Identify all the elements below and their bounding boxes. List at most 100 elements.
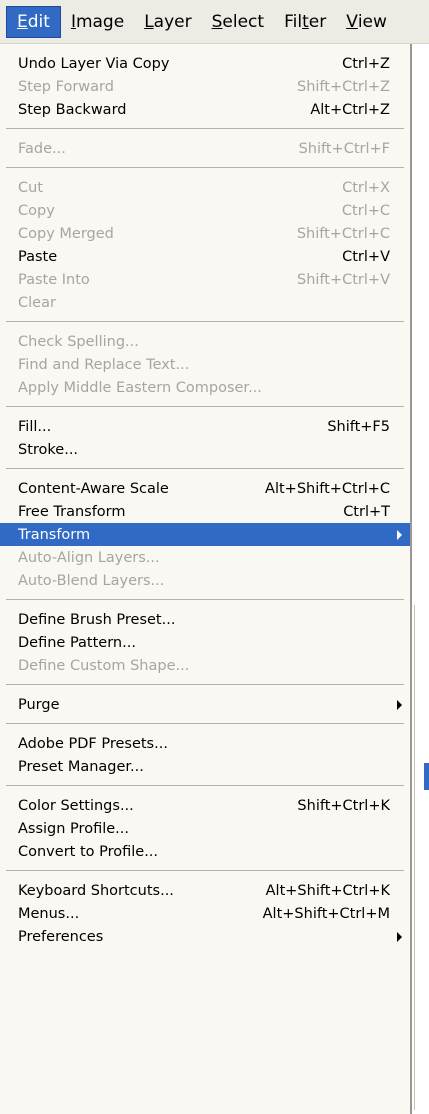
menu-item-label: Copy [18,202,55,219]
menu-separator [6,684,404,685]
menubar-item-view[interactable]: View [336,7,397,37]
menubar-item-filter[interactable]: Fil t er [274,7,336,37]
menu-item-shortcut: Alt+Shift+Ctrl+M [262,905,390,922]
edit-menu-dropdown: Undo Layer Via Copy Ctrl+Z Step Forward Shi… [0,44,412,1114]
menu-item-label: Paste Into [18,271,90,288]
menu-item-undo-layer-via-copy[interactable]: Undo Layer Via Copy Ctrl+Z [0,52,410,75]
menu-item-label: Free Transform [18,503,126,520]
menu-item-label: Purge [18,696,60,713]
menu-item-label: Content-Aware Scale [18,480,169,497]
menu-item-shortcut: Alt+Shift+Ctrl+K [265,882,390,899]
menu-item-define-brush-preset[interactable]: Define Brush Preset... [0,608,410,631]
menu-item-label: Undo Layer Via Copy [18,55,170,72]
menu-item-shortcut: Ctrl+C [341,202,390,219]
menu-item-step-backward[interactable]: Step Backward Alt+Ctrl+Z [0,98,410,121]
menu-separator [6,785,404,786]
menu-item-label: Adobe PDF Presets... [18,735,168,752]
menu-item-label: Preset Manager... [18,758,144,775]
menu-item-auto-align-layers[interactable]: Auto-Align Layers... [0,546,410,569]
menu-item-paste-into[interactable]: Paste Into Shift+Ctrl+V [0,268,410,291]
menu-item-label: Fill... [18,418,52,435]
menubar-item-image[interactable]: Image [61,7,134,37]
menu-item-label: Define Custom Shape... [18,657,190,674]
menu-separator [6,468,404,469]
menu-item-label: Auto-Blend Layers... [18,572,165,589]
menu-item-label: Stroke... [18,441,79,458]
menu-item-copy[interactable]: Copy Ctrl+C [0,199,410,222]
menu-item-shortcut: Ctrl+X [342,179,390,196]
menu-item-define-custom-shape[interactable]: Define Custom Shape... [0,654,410,677]
menu-item-label: Assign Profile... [18,820,129,837]
menu-item-label: Clear [18,294,56,311]
menu-item-label: Fade... [18,140,66,157]
menu-separator [6,870,404,871]
menu-item-label: Define Brush Preset... [18,611,176,628]
menubar-item-edit[interactable]: Edit [6,5,61,38]
menu-item-label: Define Pattern... [18,634,136,651]
menu-item-label: Convert to Profile... [18,843,159,860]
menu-item-shortcut: Shift+F5 [327,418,390,435]
menu-item-color-settings[interactable]: Color Settings... Shift+Ctrl+K [0,794,410,817]
menu-item-menus[interactable]: Menus... Alt+Shift+Ctrl+M [0,902,410,925]
menu-item-shortcut: Ctrl+V [342,248,390,265]
menu-item-cut[interactable]: Cut Ctrl+X [0,176,410,199]
submenu-arrow-icon [397,700,402,710]
menu-item-label: Find and Replace Text... [18,356,190,373]
menu-item-check-spelling[interactable]: Check Spelling... [0,330,410,353]
menu-item-label: Keyboard Shortcuts... [18,882,174,899]
menu-item-shortcut: Shift+Ctrl+F [298,140,390,157]
menu-item-auto-blend-layers[interactable]: Auto-Blend Layers... [0,569,410,592]
menu-item-copy-merged[interactable]: Copy Merged Shift+Ctrl+C [0,222,410,245]
menu-item-label: Cut [18,179,43,196]
menu-item-apply-middle-eastern-composer[interactable]: Apply Middle Eastern Composer... [0,376,410,399]
menu-item-label: Step Forward [18,78,114,95]
menu-item-define-pattern[interactable]: Define Pattern... [0,631,410,654]
submenu-arrow-icon [397,530,402,540]
menu-separator [6,321,404,322]
menu-item-label: Auto-Align Layers... [18,549,160,566]
menu-item-assign-profile[interactable]: Assign Profile... [0,817,410,840]
menu-item-step-forward[interactable]: Step Forward Shift+Ctrl+Z [0,75,410,98]
submenu-highlight-edge [424,763,429,790]
menu-item-convert-to-profile[interactable]: Convert to Profile... [0,840,410,863]
submenu-arrow-icon [397,932,402,942]
menu-item-adobe-pdf-presets[interactable]: Adobe PDF Presets... [0,732,410,755]
menu-item-purge[interactable]: Purge [0,693,410,716]
menu-item-free-transform[interactable]: Free Transform Ctrl+T [0,500,410,523]
menu-item-label: Check Spelling... [18,333,139,350]
menu-item-fade[interactable]: Fade... Shift+Ctrl+F [0,137,410,160]
menu-item-preset-manager[interactable]: Preset Manager... [0,755,410,778]
menu-item-label: Transform [18,526,91,543]
menu-item-shortcut: Shift+Ctrl+K [297,797,390,814]
menu-item-clear[interactable]: Clear [0,291,410,314]
menu-item-shortcut: Alt+Shift+Ctrl+C [265,480,390,497]
menu-item-label: Paste [18,248,58,265]
menu-item-content-aware-scale[interactable]: Content-Aware Scale Alt+Shift+Ctrl+C [0,477,410,500]
menu-item-shortcut: Shift+Ctrl+V [297,271,390,288]
menu-item-shortcut: Ctrl+T [343,503,390,520]
menu-separator [6,406,404,407]
menu-item-find-and-replace-text[interactable]: Find and Replace Text... [0,353,410,376]
menubar-item-select[interactable]: Select [202,7,274,37]
menu-item-label: Menus... [18,905,80,922]
menu-item-preferences[interactable]: Preferences [0,925,410,948]
submenu-edge [414,605,429,1110]
menu-item-shortcut: Alt+Ctrl+Z [310,101,390,118]
menu-item-shortcut: Shift+Ctrl+C [296,225,390,242]
menu-item-shortcut: Ctrl+Z [342,55,390,72]
menu-item-paste[interactable]: Paste Ctrl+V [0,245,410,268]
menu-separator [6,167,404,168]
menu-item-transform[interactable]: Transform [0,523,410,546]
menu-item-keyboard-shortcuts[interactable]: Keyboard Shortcuts... Alt+Shift+Ctrl+K [0,879,410,902]
menu-item-label: Apply Middle Eastern Composer... [18,379,262,396]
menu-item-label: Step Backward [18,101,127,118]
menubar-item-layer[interactable]: Layer [134,7,201,37]
menu-separator [6,599,404,600]
menu-separator [6,128,404,129]
menu-item-label: Preferences [18,928,104,945]
menu-item-stroke[interactable]: Stroke... [0,438,410,461]
menu-bar: Edit Image Layer Select Fil t er View [0,0,429,44]
menu-item-shortcut: Shift+Ctrl+Z [297,78,390,95]
menu-item-label: Color Settings... [18,797,134,814]
menu-item-fill[interactable]: Fill... Shift+F5 [0,415,410,438]
